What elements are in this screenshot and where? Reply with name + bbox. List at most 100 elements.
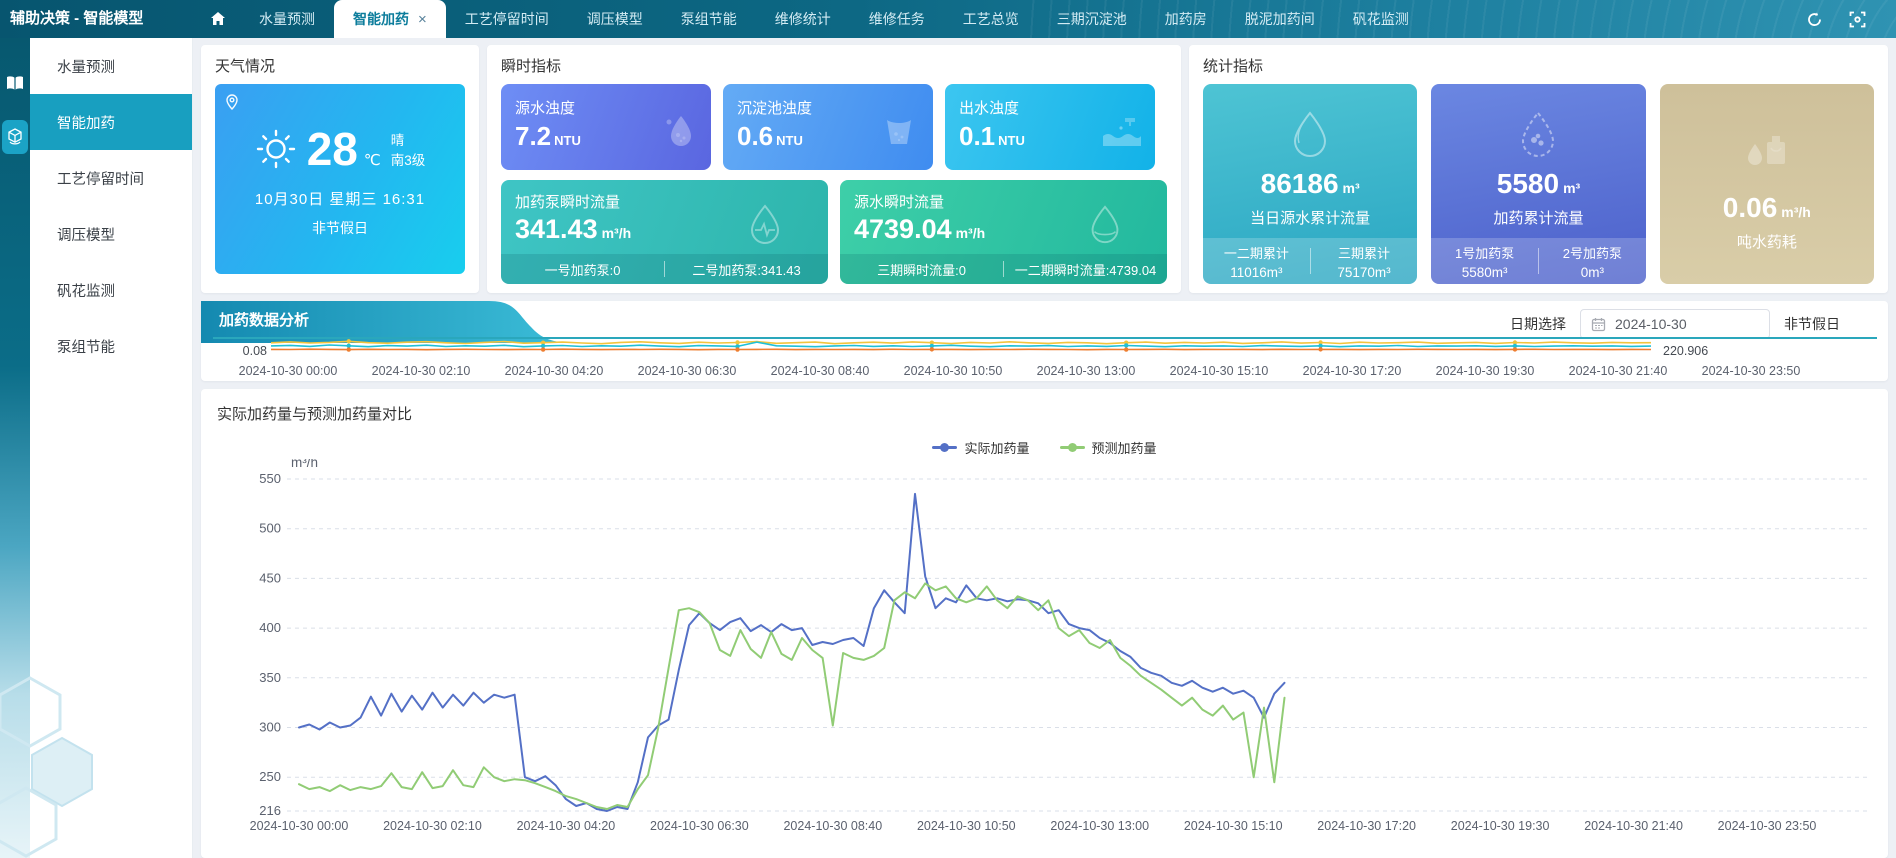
close-icon[interactable]: × xyxy=(418,12,427,27)
footer-pump1: 一号加药泵:0 xyxy=(501,260,664,279)
sidebar-item-process-retention[interactable]: 工艺停留时间 xyxy=(30,150,192,206)
svg-text:500: 500 xyxy=(259,521,281,536)
temperature-value: 28 xyxy=(307,126,358,172)
condition-text: 晴 xyxy=(391,131,426,151)
legend-line-marker xyxy=(932,446,957,449)
card-label: 当日源水累计流量 xyxy=(1203,207,1417,228)
date-picker-label: 日期选择 xyxy=(1510,314,1566,334)
svg-text:550: 550 xyxy=(259,471,281,486)
legend-label: 实际加药量 xyxy=(964,438,1029,457)
sidebar-item-water-forecast[interactable]: 水量预测 xyxy=(30,38,192,94)
model-menu-button[interactable] xyxy=(2,120,28,154)
svg-text:2024-10-30 02:10: 2024-10-30 02:10 xyxy=(372,364,471,378)
home-button[interactable] xyxy=(196,0,240,38)
svg-text:2024-10-30 10:50: 2024-10-30 10:50 xyxy=(904,364,1003,378)
stats-panel-title: 统计指标 xyxy=(1203,45,1874,84)
droplet-icon xyxy=(1083,202,1127,248)
sidebar-item-floc-monitor[interactable]: 矾花监测 xyxy=(30,262,192,318)
svg-text:2024-10-30 13:00: 2024-10-30 13:00 xyxy=(1037,364,1136,378)
svg-text:250: 250 xyxy=(259,769,281,784)
card-unit: NTU xyxy=(998,133,1025,148)
card-value: 341.43 xyxy=(515,214,598,244)
dosing-drop-icon xyxy=(1513,110,1563,162)
legend-actual[interactable]: 实际加药量 xyxy=(932,438,1029,457)
book-icon xyxy=(6,76,24,91)
tab-pump-energy[interactable]: 泵组节能 xyxy=(662,0,756,38)
refresh-button[interactable] xyxy=(1806,11,1823,28)
weather-holiday-badge: 非节假日 xyxy=(215,218,465,238)
cup-bubbles-icon xyxy=(879,110,919,150)
main-content: 天气情况 28 ℃ 晴 南3级 xyxy=(193,38,1896,858)
weather-condition: 晴 南3级 xyxy=(391,131,426,170)
weather-card: 28 ℃ 晴 南3级 10月30日 星期三 16:31 非节假日 xyxy=(215,84,465,274)
chart-legend: 实际加药量 预测加药量 xyxy=(217,438,1872,457)
tab-dosing-room[interactable]: 加药房 xyxy=(1146,0,1226,38)
drop-bag-icon xyxy=(1743,128,1791,172)
weather-now: 28 ℃ 晴 南3级 xyxy=(215,126,465,172)
tab-phase3-sedimentation[interactable]: 三期沉淀池 xyxy=(1038,0,1146,38)
svg-text:450: 450 xyxy=(259,570,281,585)
tab-pressure-model[interactable]: 调压模型 xyxy=(568,0,662,38)
weather-panel: 天气情况 28 ℃ 晴 南3级 xyxy=(201,45,479,293)
tab-sludge-dosing-room[interactable]: 脱泥加药间 xyxy=(1226,0,1334,38)
svg-text:2024-10-30 06:30: 2024-10-30 06:30 xyxy=(650,819,749,833)
icon-rail xyxy=(0,38,30,858)
sparkline-svg: 0.08220.9062024-10-30 00:002024-10-30 02… xyxy=(213,335,1877,381)
svg-text:m³/h: m³/h xyxy=(291,459,318,470)
card-sedimentation-turbidity: 沉淀池浊度 0.6NTU xyxy=(723,84,933,170)
card-daily-raw-water-total: 86186m³ 当日源水累计流量 一二期累计11016m³ 三期累计75170m… xyxy=(1203,84,1417,284)
comparison-panel: 实际加药量与预测加药量对比 实际加药量 预测加药量 55050045040035… xyxy=(201,389,1888,858)
sidebar-item-pressure-model[interactable]: 调压模型 xyxy=(30,206,192,262)
card-footer: 一号加药泵:0 二号加药泵:341.43 xyxy=(501,254,828,284)
card-value: 86186 xyxy=(1261,168,1339,199)
footer-key: 三期累计 xyxy=(1311,243,1418,262)
location-icon xyxy=(225,94,239,110)
card-dosing-total: 5580m³ 加药累计流量 1号加药泵5580m³ 2号加药泵0m³ xyxy=(1431,84,1645,284)
model-cube-icon xyxy=(7,128,23,146)
svg-text:2024-10-30 06:30: 2024-10-30 06:30 xyxy=(638,364,737,378)
tab-process-retention[interactable]: 工艺停留时间 xyxy=(446,0,568,38)
svg-text:2024-10-30 15:10: 2024-10-30 15:10 xyxy=(1170,364,1269,378)
card-chemical-per-ton: 0.06m³/h 吨水药耗 xyxy=(1660,84,1874,284)
svg-text:2024-10-30 19:30: 2024-10-30 19:30 xyxy=(1451,819,1550,833)
sidebar-item-pump-energy[interactable]: 泵组节能 xyxy=(30,318,192,374)
tab-bar: 水量预测 智能加药 × 工艺停留时间 调压模型 泵组节能 维修统计 维修任务 工… xyxy=(240,0,1428,38)
card-unit: m³/h xyxy=(602,225,632,241)
sidebar-item-smart-dosing[interactable]: 智能加药 xyxy=(30,94,192,150)
svg-text:2024-10-30 08:40: 2024-10-30 08:40 xyxy=(771,364,870,378)
dosing-overview-chart: 0.08220.9062024-10-30 00:002024-10-30 02… xyxy=(213,335,1876,381)
svg-text:2024-10-30 04:20: 2024-10-30 04:20 xyxy=(517,819,616,833)
tab-water-forecast[interactable]: 水量预测 xyxy=(240,0,334,38)
card-dosing-pump-flow: 加药泵瞬时流量 341.43m³/h 一号加药泵:0 二号加药泵:341.43 xyxy=(501,180,828,284)
footer-value: 11016m³ xyxy=(1203,265,1310,280)
svg-text:2024-10-30 08:40: 2024-10-30 08:40 xyxy=(783,819,882,833)
calendar-icon xyxy=(1591,317,1606,332)
book-menu-button[interactable] xyxy=(0,68,30,98)
temperature-unit: ℃ xyxy=(364,151,381,169)
svg-text:2024-10-30 10:50: 2024-10-30 10:50 xyxy=(917,819,1016,833)
legend-predicted[interactable]: 预测加药量 xyxy=(1060,438,1157,457)
tab-smart-dosing[interactable]: 智能加药 × xyxy=(334,0,446,38)
stats-panel: 统计指标 86186m³ 当日源水累计流量 一二期累计11016m³ 三期累计7… xyxy=(1189,45,1888,293)
tab-floc-monitor[interactable]: 矾花监测 xyxy=(1334,0,1428,38)
tab-process-overview[interactable]: 工艺总览 xyxy=(944,0,1038,38)
card-label: 加药累计流量 xyxy=(1431,207,1645,228)
layout: 水量预测 智能加药 工艺停留时间 调压模型 矾花监测 泵组节能 天气情况 xyxy=(0,38,1896,858)
tab-maintenance-tasks[interactable]: 维修任务 xyxy=(850,0,944,38)
svg-text:2024-10-30 21:40: 2024-10-30 21:40 xyxy=(1584,819,1683,833)
card-unit: m³ xyxy=(1563,180,1580,196)
card-value: 4739.04 xyxy=(854,214,952,244)
tab-smart-dosing-label: 智能加药 xyxy=(353,0,409,38)
svg-text:2024-10-30 15:10: 2024-10-30 15:10 xyxy=(1184,819,1283,833)
fullscreen-icon xyxy=(1849,11,1866,28)
droplet-bubbles-icon xyxy=(657,110,697,150)
stats-cards: 86186m³ 当日源水累计流量 一二期累计11016m³ 三期累计75170m… xyxy=(1203,84,1874,284)
fullscreen-button[interactable] xyxy=(1849,11,1866,28)
comparison-chart: 550500450400350300250216m³/h2024-10-30 0… xyxy=(217,459,1881,837)
tab-maintenance-stats[interactable]: 维修统计 xyxy=(756,0,850,38)
legend-line-marker xyxy=(1060,446,1085,449)
card-value: 5580 xyxy=(1497,168,1559,199)
turbidity-cards: 源水浊度 7.2NTU 沉淀池浊度 0.6NTU 出水浊度 0.1NTU xyxy=(501,84,1167,170)
footer-key: 2号加药泵 xyxy=(1539,243,1646,262)
svg-text:216: 216 xyxy=(259,803,281,818)
